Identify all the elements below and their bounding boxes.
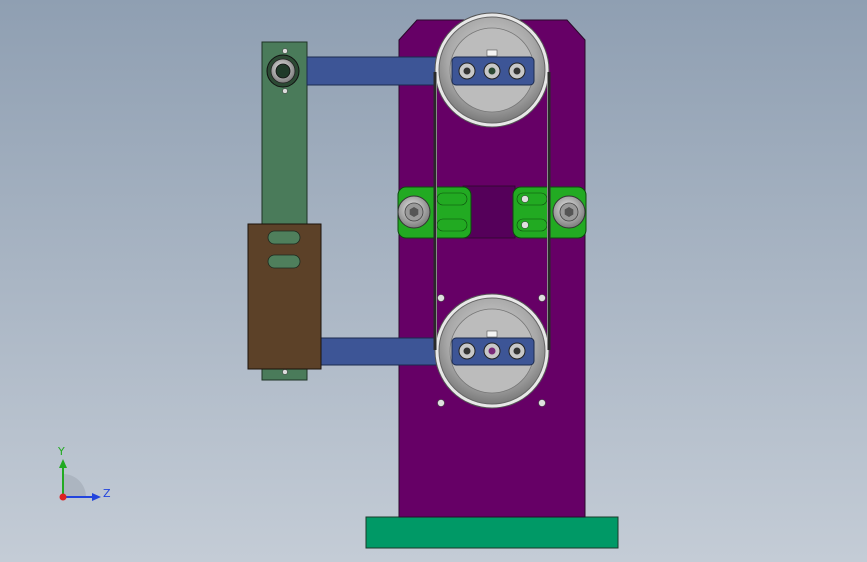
slot-icon	[267, 230, 301, 245]
slider-block[interactable]	[247, 223, 322, 370]
bar-hole-icon	[282, 48, 288, 54]
y-axis-label: Y	[57, 445, 65, 458]
plate-hole-icon	[437, 294, 445, 302]
plate-hole-icon	[437, 399, 445, 407]
bottom-arm-bolts	[458, 342, 526, 360]
slot-icon	[267, 254, 301, 269]
top-bearing[interactable]	[266, 54, 300, 88]
triad-arc-icon	[63, 474, 86, 497]
x-axis-icon	[59, 493, 67, 501]
base-plate[interactable]	[365, 516, 619, 549]
bracket-hole-icon	[521, 195, 529, 203]
coordinate-triad: Y Z	[57, 445, 111, 501]
assembly-scene[interactable]: Y Z	[0, 0, 867, 562]
plate-hole-icon	[538, 294, 546, 302]
top-arm-bolts	[458, 62, 526, 80]
z-axis-label: Z	[103, 487, 111, 500]
plate-hole-icon	[538, 399, 546, 407]
bracket-hole-icon	[521, 221, 529, 229]
bar-hole-icon	[282, 369, 288, 375]
right-idler-roller[interactable]	[552, 195, 586, 229]
cad-viewport[interactable]: Y Z	[0, 0, 867, 562]
left-idler-roller[interactable]	[397, 195, 431, 229]
bar-hole-icon	[282, 88, 288, 94]
